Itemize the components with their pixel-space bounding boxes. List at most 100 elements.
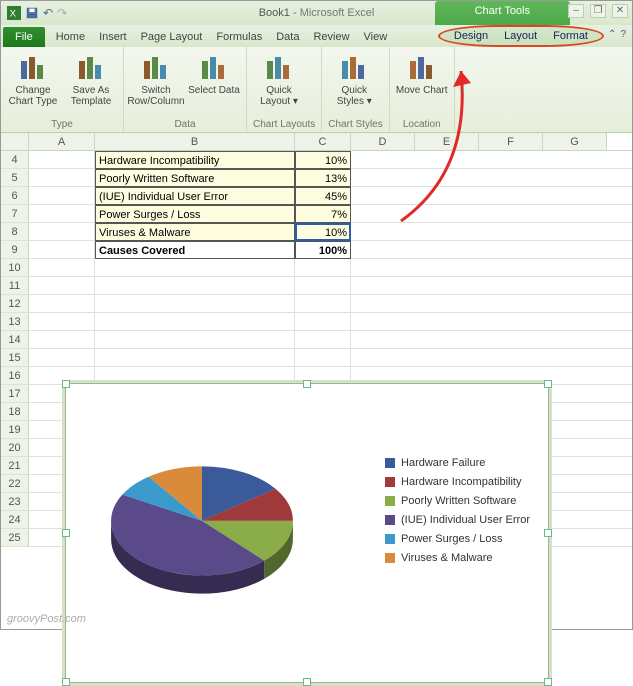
cell-C5[interactable]: 13%	[295, 169, 351, 187]
row-header-24[interactable]: 24	[1, 511, 29, 529]
select-all-corner[interactable]	[1, 133, 29, 150]
row-header-18[interactable]: 18	[1, 403, 29, 421]
cell-B5[interactable]: Poorly Written Software	[95, 169, 295, 187]
cells-rest[interactable]	[351, 187, 632, 205]
help-icon[interactable]: ?	[620, 29, 626, 40]
tab-format[interactable]: Format	[545, 27, 596, 45]
cells-rest[interactable]	[351, 331, 632, 349]
row-header-13[interactable]: 13	[1, 313, 29, 331]
save-icon[interactable]	[25, 6, 39, 20]
column-header-C[interactable]: C	[295, 133, 351, 150]
cell-A13[interactable]	[29, 313, 95, 331]
cell-B7[interactable]: Power Surges / Loss	[95, 205, 295, 223]
row-header-23[interactable]: 23	[1, 493, 29, 511]
tab-layout[interactable]: Layout	[496, 27, 545, 45]
cells-rest[interactable]	[351, 151, 632, 169]
cell-B9[interactable]: Causes Covered	[95, 241, 295, 259]
cell-C12[interactable]	[295, 295, 351, 313]
cells-rest[interactable]	[351, 313, 632, 331]
cell-B11[interactable]	[95, 277, 295, 295]
quick-styles--button[interactable]: Quick Styles ▾	[328, 51, 380, 107]
cell-C6[interactable]: 45%	[295, 187, 351, 205]
embedded-chart[interactable]: Hardware FailureHardware Incompatibility…	[65, 383, 549, 683]
row-header-10[interactable]: 10	[1, 259, 29, 277]
tab-design[interactable]: Design	[446, 27, 496, 45]
change-chart-type-button[interactable]: Change Chart Type	[7, 51, 59, 107]
row-header-20[interactable]: 20	[1, 439, 29, 457]
column-header-D[interactable]: D	[351, 133, 415, 150]
row-header-6[interactable]: 6	[1, 187, 29, 205]
tab-data[interactable]: Data	[269, 27, 306, 47]
undo-icon[interactable]: ↶	[43, 6, 53, 20]
row-header-22[interactable]: 22	[1, 475, 29, 493]
cell-B10[interactable]	[95, 259, 295, 277]
cell-A9[interactable]	[29, 241, 95, 259]
row-header-25[interactable]: 25	[1, 529, 29, 547]
cells-rest[interactable]	[351, 349, 632, 367]
row-header-4[interactable]: 4	[1, 151, 29, 169]
select-data-button[interactable]: Select Data	[188, 51, 240, 96]
row-header-5[interactable]: 5	[1, 169, 29, 187]
minimize-button[interactable]: –	[568, 4, 584, 18]
cells-rest[interactable]	[351, 169, 632, 187]
cell-B13[interactable]	[95, 313, 295, 331]
column-header-F[interactable]: F	[479, 133, 543, 150]
column-header-B[interactable]: B	[95, 133, 295, 150]
ribbon-collapse-icon[interactable]: ⌃	[608, 29, 616, 40]
tab-formulas[interactable]: Formulas	[209, 27, 269, 47]
row-header-15[interactable]: 15	[1, 349, 29, 367]
row-header-11[interactable]: 11	[1, 277, 29, 295]
tab-home[interactable]: Home	[49, 27, 92, 47]
switch-row-column-button[interactable]: Switch Row/Column	[130, 51, 182, 107]
cells-rest[interactable]	[351, 277, 632, 295]
cell-A5[interactable]	[29, 169, 95, 187]
row-header-7[interactable]: 7	[1, 205, 29, 223]
cell-B4[interactable]: Hardware Incompatibility	[95, 151, 295, 169]
cells-rest[interactable]	[351, 259, 632, 277]
cell-C11[interactable]	[295, 277, 351, 295]
cell-A11[interactable]	[29, 277, 95, 295]
cells-rest[interactable]	[351, 223, 632, 241]
row-header-21[interactable]: 21	[1, 457, 29, 475]
tab-review[interactable]: Review	[306, 27, 356, 47]
column-header-E[interactable]: E	[415, 133, 479, 150]
cell-B6[interactable]: (IUE) Individual User Error	[95, 187, 295, 205]
cell-C7[interactable]: 7%	[295, 205, 351, 223]
move-chart-button[interactable]: Move Chart	[396, 51, 448, 96]
cell-B15[interactable]	[95, 349, 295, 367]
cell-A12[interactable]	[29, 295, 95, 313]
cell-C13[interactable]	[295, 313, 351, 331]
cells-rest[interactable]	[351, 295, 632, 313]
cell-C14[interactable]	[295, 331, 351, 349]
tab-view[interactable]: View	[357, 27, 395, 47]
cell-A8[interactable]	[29, 223, 95, 241]
row-header-9[interactable]: 9	[1, 241, 29, 259]
close-button[interactable]: ✕	[612, 4, 628, 18]
cell-C15[interactable]	[295, 349, 351, 367]
row-header-14[interactable]: 14	[1, 331, 29, 349]
file-tab[interactable]: File	[3, 27, 45, 47]
tab-page-layout[interactable]: Page Layout	[134, 27, 210, 47]
row-header-17[interactable]: 17	[1, 385, 29, 403]
redo-icon[interactable]: ↷	[57, 6, 67, 20]
tab-insert[interactable]: Insert	[92, 27, 134, 47]
cell-C10[interactable]	[295, 259, 351, 277]
cell-A6[interactable]	[29, 187, 95, 205]
cell-A14[interactable]	[29, 331, 95, 349]
cell-A15[interactable]	[29, 349, 95, 367]
restore-button[interactable]: ❐	[590, 4, 606, 18]
spreadsheet-grid[interactable]: ABCDEFG 4Hardware Incompatibility10%5Poo…	[1, 133, 632, 547]
cells-rest[interactable]	[351, 241, 632, 259]
row-header-19[interactable]: 19	[1, 421, 29, 439]
column-header-G[interactable]: G	[543, 133, 607, 150]
cell-A4[interactable]	[29, 151, 95, 169]
column-header-A[interactable]: A	[29, 133, 95, 150]
row-header-8[interactable]: 8	[1, 223, 29, 241]
cell-B8[interactable]: Viruses & Malware	[95, 223, 295, 241]
cell-A7[interactable]	[29, 205, 95, 223]
cells-rest[interactable]	[351, 205, 632, 223]
row-header-12[interactable]: 12	[1, 295, 29, 313]
cell-A10[interactable]	[29, 259, 95, 277]
save-as-template-button[interactable]: Save As Template	[65, 51, 117, 107]
quick-layout--button[interactable]: Quick Layout ▾	[253, 51, 305, 107]
